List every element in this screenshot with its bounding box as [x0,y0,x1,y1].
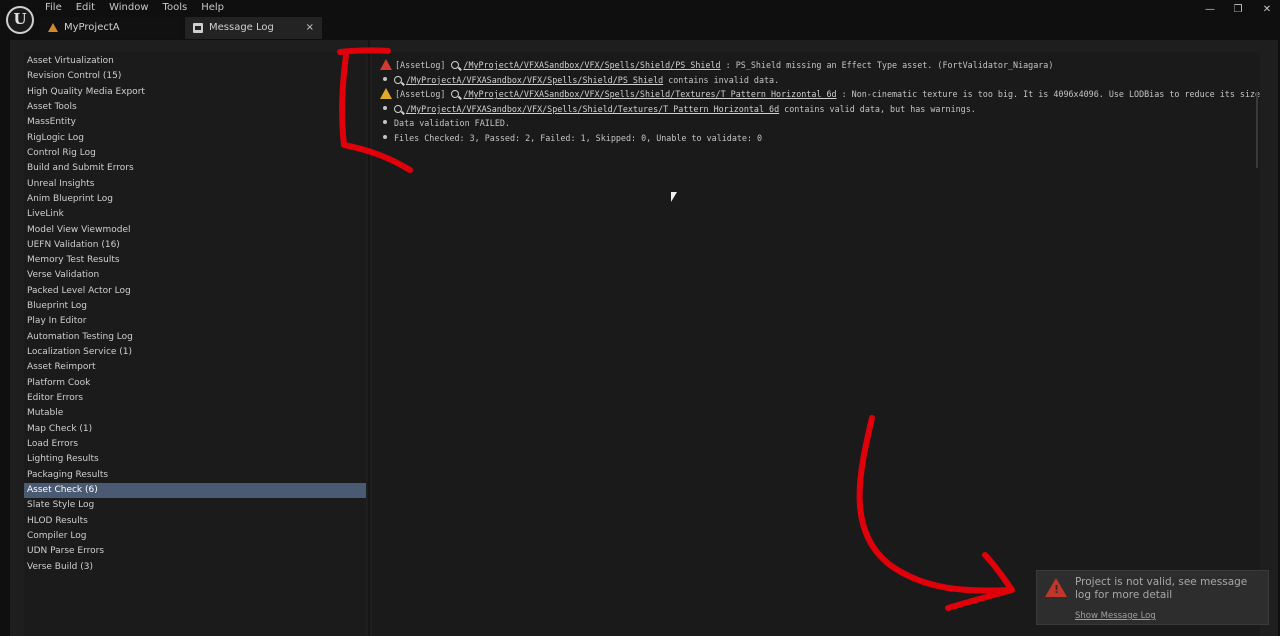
mouse-cursor-icon [671,192,677,202]
bullet-icon [383,135,387,139]
sidebar-item[interactable]: Anim Blueprint Log [24,192,366,207]
log-line: /MyProjectA/VFXASandbox/VFX/Spells/Shiel… [380,73,779,88]
log-text: Files Checked: 3, Passed: 2, Failed: 1, … [394,133,763,143]
sidebar-item[interactable]: Mutable [24,406,366,421]
sidebar-item[interactable]: Slate Style Log [24,498,366,513]
asset-link[interactable]: /MyProjectA/VFXASandbox/VFX/Spells/Shiel… [463,60,720,70]
sidebar-item[interactable]: Asset Tools [24,100,366,115]
sidebar-item[interactable]: MassEntity [24,115,366,130]
sidebar-item[interactable]: Asset Virtualization [24,54,366,69]
sidebar-item[interactable]: UDN Parse Errors [24,544,366,559]
menu-file[interactable]: File [38,2,69,16]
minimize-icon[interactable]: — [1200,3,1220,17]
sidebar-item[interactable]: Verse Build (3) [24,560,366,575]
sidebar-item[interactable]: Verse Validation [24,268,366,283]
log-category-list: Asset Virtualization Revision Control (15… [24,52,366,636]
close-window-icon[interactable]: ✕ [1257,3,1277,17]
sidebar-item[interactable]: Map Check (1) [24,422,366,437]
asset-link[interactable]: /MyProjectA/VFXASandbox/VFX/Spells/Shiel… [406,104,779,114]
title-bar: File Edit Window Tools Help MyProjectA M… [0,0,1280,40]
log-line: [AssetLog] /MyProjectA/VFXASandbox/VFX/Sp… [380,87,1260,102]
log-prefix: [AssetLog] [395,60,446,70]
bullet-icon [383,120,387,125]
unreal-logo-icon[interactable] [6,6,34,34]
log-line: /MyProjectA/VFXASandbox/VFX/Spells/Shiel… [380,102,976,117]
log-text: contains invalid data. [668,74,780,85]
asset-link[interactable]: /MyProjectA/VFXASandbox/VFX/Spells/Shiel… [406,75,663,85]
tab-project-label: MyProjectA [64,22,120,33]
menu-tools[interactable]: Tools [156,2,195,16]
message-log-panel: Asset Virtualization Revision Control (15… [10,40,1278,636]
sidebar-item[interactable]: Blueprint Log [24,299,366,314]
sidebar-item[interactable]: Model View Viewmodel [24,223,366,238]
search-icon[interactable] [394,75,402,84]
error-icon [380,59,392,70]
menu-window[interactable]: Window [102,2,155,16]
tab-message-log[interactable]: Message Log × [185,17,322,39]
sidebar-item[interactable]: Packed Level Actor Log [24,284,366,299]
sidebar-item[interactable]: Memory Test Results [24,253,366,268]
sidebar-item[interactable]: Localization Service (1) [24,345,366,360]
menu-edit[interactable]: Edit [69,2,102,16]
maximize-icon[interactable]: ❐ [1228,3,1248,17]
log-prefix: [AssetLog] [395,89,446,100]
asset-link[interactable]: /MyProjectA/VFXASandbox/VFX/Spells/Shiel… [463,89,836,99]
search-icon[interactable] [451,90,460,99]
sidebar-item[interactable]: HLOD Results [24,514,366,529]
toast-message: Project is not valid, see message log fo… [1075,576,1248,601]
project-icon [48,23,58,32]
sidebar-item[interactable]: Control Rig Log [24,146,366,161]
menu-help[interactable]: Help [194,2,231,16]
log-line: Files Checked: 3, Passed: 2, Failed: 1, … [380,131,762,146]
sidebar-item[interactable]: Build and Submit Errors [24,161,366,176]
log-text: Data validation FAILED. [394,118,510,129]
splitter[interactable] [368,40,370,636]
sidebar-item[interactable]: Asset Check (6) [24,482,366,498]
tab-project[interactable]: MyProjectA [40,17,180,39]
search-icon[interactable] [394,104,402,113]
sidebar-item[interactable]: UEFN Validation (16) [24,238,366,253]
notification-toast: Project is not valid, see message log fo… [1036,570,1269,625]
show-message-log-link[interactable]: Show Message Log [1075,611,1156,621]
menu-bar: File Edit Window Tools Help [38,2,231,16]
message-log-icon [193,23,203,33]
sidebar-item[interactable]: RigLogic Log [24,131,366,146]
bullet-icon [383,76,387,81]
log-text: : Non-cinematic texture is too big. It i… [841,89,1260,100]
error-icon [1045,578,1067,597]
log-line: Data validation FAILED. [380,116,510,131]
sidebar-item[interactable]: LiveLink [24,207,366,222]
sidebar-item[interactable]: Unreal Insights [24,177,366,192]
log-text: contains valid data, but has warnings. [784,103,976,114]
sidebar-item[interactable]: High Quality Media Export [24,85,366,100]
log-output: [AssetLog] /MyProjectA/VFXASandbox/VFX/Sp… [372,52,1260,636]
sidebar-item[interactable]: Revision Control (15) [24,69,366,84]
sidebar-item[interactable]: Automation Testing Log [24,330,366,345]
sidebar-item[interactable]: Platform Cook [24,376,366,391]
tab-close-icon[interactable]: × [306,17,314,39]
sidebar-item[interactable]: Lighting Results [24,452,366,467]
log-text: : PS_Shield missing an Effect Type asset… [725,60,1054,70]
sidebar-item[interactable]: Editor Errors [24,391,366,406]
bullet-icon [383,105,387,110]
sidebar-item[interactable]: Load Errors [24,437,366,452]
sidebar-item[interactable]: Compiler Log [24,529,366,544]
sidebar-item[interactable]: Play In Editor [24,314,366,329]
log-scrollbar[interactable] [1256,92,1258,168]
search-icon[interactable] [451,61,460,69]
warning-icon [380,88,392,100]
sidebar-item[interactable]: Packaging Results [24,468,366,483]
log-line: [AssetLog] /MyProjectA/VFXASandbox/VFX/Sp… [380,58,1053,73]
tab-message-log-label: Message Log [209,22,274,33]
sidebar-item[interactable]: Asset Reimport [24,360,366,375]
